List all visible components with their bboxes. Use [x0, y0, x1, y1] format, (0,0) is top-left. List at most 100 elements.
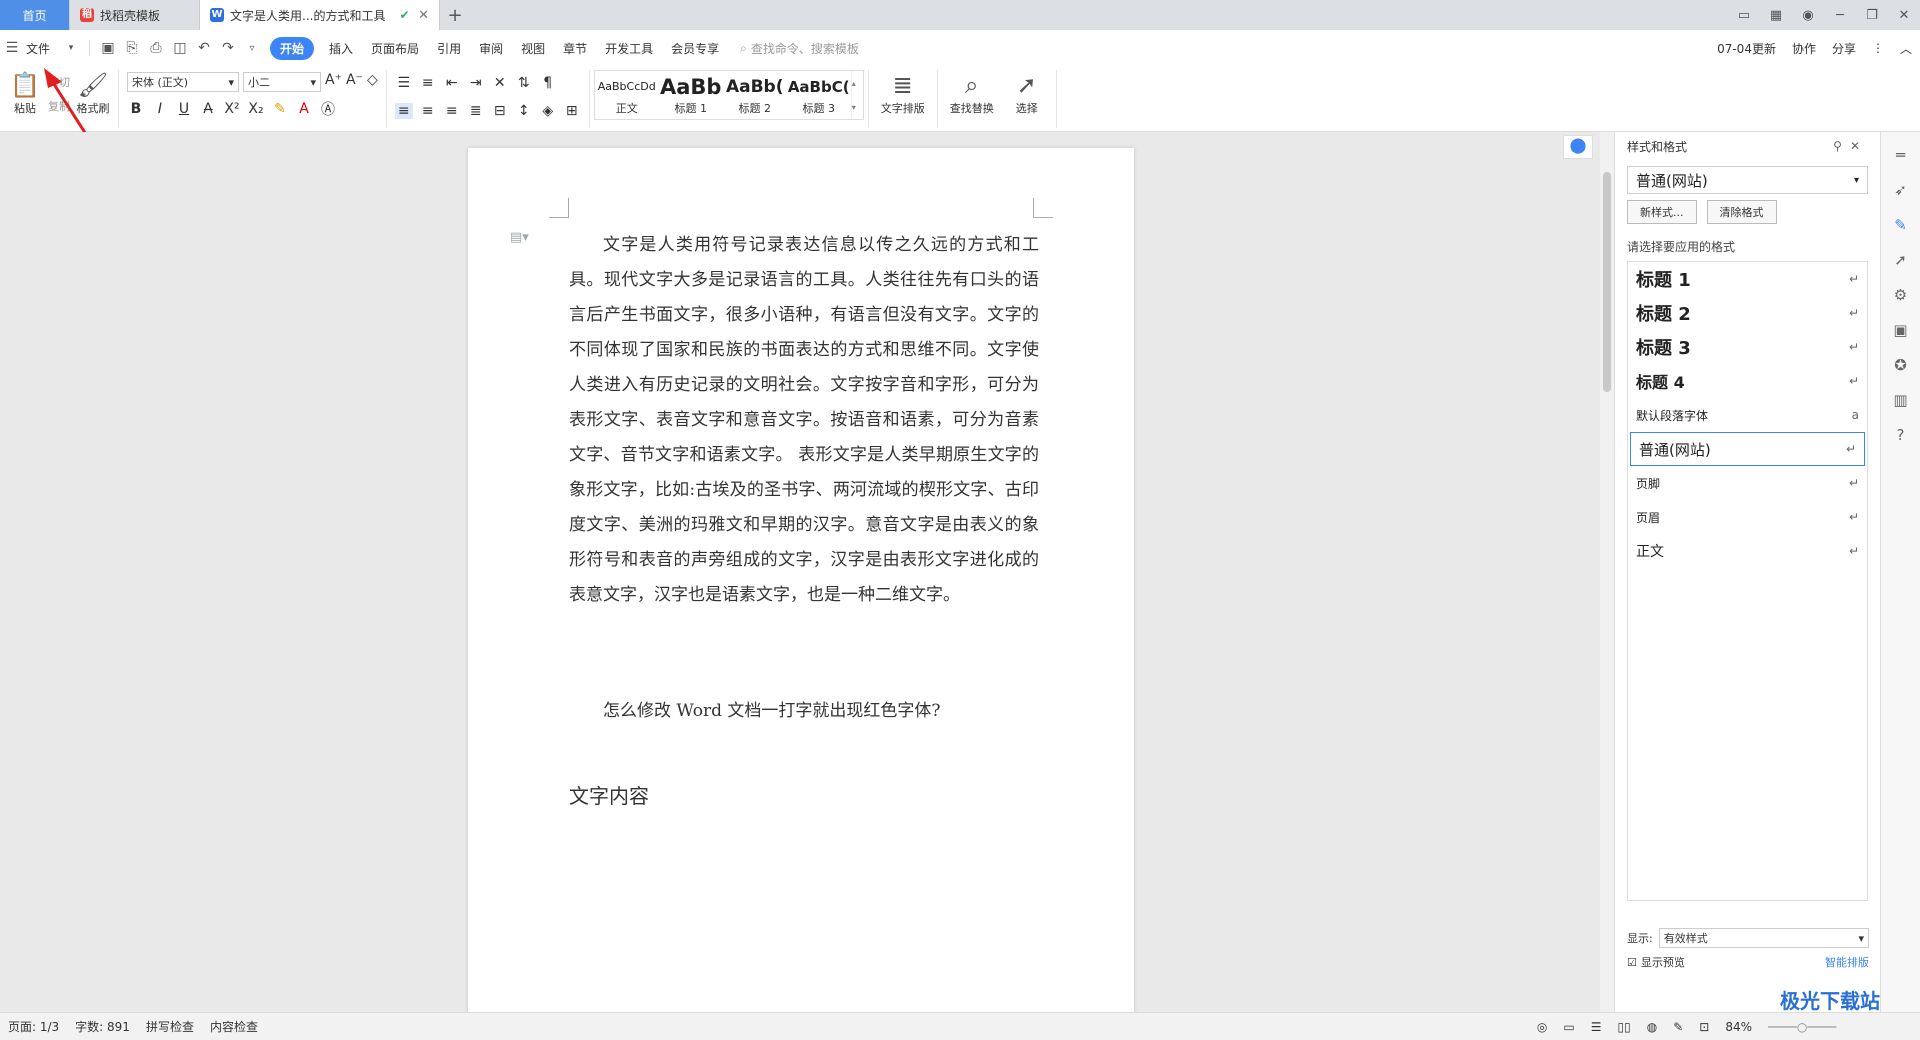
highlight-icon[interactable]: ✎: [271, 101, 289, 117]
font-family-select[interactable]: 宋体 (正文) ▾: [127, 72, 239, 92]
close-tab-icon[interactable]: ✕: [418, 8, 429, 23]
select-button[interactable]: ➚ 选择: [1002, 70, 1052, 116]
sliders-icon[interactable]: ⚙: [1894, 286, 1907, 304]
list-item[interactable]: 标题 3 ↵: [1628, 330, 1867, 364]
document-heading[interactable]: 文字内容: [569, 780, 649, 809]
superscript-icon[interactable]: X²: [223, 101, 241, 117]
tab-page-layout[interactable]: 页面布局: [362, 40, 428, 57]
font-size-select[interactable]: 小二 ▾: [243, 72, 321, 92]
page-view-icon[interactable]: ▭: [1555, 1020, 1582, 1034]
preview-icon[interactable]: ◫: [168, 40, 192, 56]
tab-start[interactable]: 开始: [270, 36, 315, 60]
save-icon[interactable]: ▣: [96, 40, 120, 56]
restore-icon[interactable]: ❐: [1856, 8, 1888, 23]
tab-insert[interactable]: 插入: [320, 40, 362, 57]
indent-icon[interactable]: ⇥: [467, 75, 485, 91]
content-check[interactable]: 内容检查: [202, 1018, 266, 1035]
bullets-icon[interactable]: ☰: [395, 75, 413, 91]
line-spacing-icon[interactable]: ↕: [515, 103, 533, 119]
shading-icon[interactable]: ◈: [539, 103, 557, 119]
sort-icon[interactable]: ⇅: [515, 75, 533, 91]
share-button[interactable]: 分享: [1824, 40, 1864, 57]
list-item[interactable]: 标题 4 ↵: [1628, 364, 1867, 398]
gallery-scroll[interactable]: ▴ ▾: [850, 71, 863, 119]
borders-icon[interactable]: ⊞: [563, 103, 581, 119]
layout-icon[interactable]: ▭: [1728, 8, 1760, 23]
paste-button[interactable]: 📋 粘贴: [4, 70, 46, 116]
style-heading-1[interactable]: AaBb 标题 1: [659, 71, 723, 119]
rocket-icon[interactable]: ➶: [1894, 181, 1907, 199]
new-tab-button[interactable]: +: [440, 0, 470, 30]
font-color-icon[interactable]: A: [295, 101, 313, 117]
collab-button[interactable]: 协作: [1784, 40, 1824, 57]
align-left-icon[interactable]: ≡: [394, 103, 413, 119]
list-item[interactable]: 页脚 ↵: [1628, 466, 1867, 500]
minimize-icon[interactable]: ─: [1824, 8, 1856, 23]
subscript-icon[interactable]: X₂: [247, 101, 265, 117]
bold-icon[interactable]: B: [127, 101, 145, 117]
justify-icon[interactable]: ≣: [467, 103, 485, 119]
current-style-select[interactable]: 普通(网站) ▾: [1627, 166, 1868, 194]
web-view-icon[interactable]: ◍: [1639, 1020, 1665, 1034]
show-select[interactable]: 有效样式 ▾: [1658, 928, 1869, 948]
tab-section[interactable]: 章节: [554, 40, 596, 57]
list-item[interactable]: 正文 ↵: [1628, 534, 1867, 568]
outline-view-icon[interactable]: ☰: [1583, 1020, 1610, 1034]
file-menu[interactable]: 文件: [24, 40, 59, 57]
list-item[interactable]: 页眉 ↵: [1628, 500, 1867, 534]
new-style-button[interactable]: 新样式...: [1627, 200, 1697, 224]
book-icon[interactable]: ▥: [1893, 391, 1907, 409]
tab-home[interactable]: 首页: [0, 0, 70, 30]
char-border-icon[interactable]: Ⓐ: [319, 99, 337, 119]
style-normal[interactable]: AaBbCcDd 正文: [595, 71, 659, 119]
undo-icon[interactable]: ↶: [192, 40, 216, 56]
export-icon[interactable]: ⎘: [120, 40, 144, 56]
cursor-icon[interactable]: ➚: [1894, 251, 1907, 269]
tab-developer[interactable]: 开发工具: [596, 40, 662, 57]
document-question[interactable]: 怎么修改 Word 文档一打字就出现红色字体?: [569, 696, 1039, 721]
clear-format-button[interactable]: 清除格式: [1706, 200, 1777, 224]
customize-icon[interactable]: ▿: [240, 43, 264, 54]
format-painter-button[interactable]: 🖌 格式刷: [72, 70, 114, 116]
word-count[interactable]: 字数: 891: [67, 1018, 138, 1035]
clear-format-icon[interactable]: ◇: [367, 72, 378, 92]
tab-member[interactable]: 会员专享: [662, 40, 728, 57]
read-view-icon[interactable]: ▯▯: [1610, 1020, 1639, 1034]
panel-title[interactable]: 样式和格式: [1627, 138, 1687, 155]
chevron-down-icon[interactable]: ▾: [59, 43, 83, 53]
page-count[interactable]: 页面: 1/3: [0, 1018, 67, 1035]
list-item[interactable]: 标题 1 ↵: [1628, 262, 1867, 296]
italic-icon[interactable]: I: [151, 101, 169, 117]
search-icon[interactable]: ⌕: [740, 41, 747, 56]
fit-icon[interactable]: ⊡: [1691, 1020, 1717, 1034]
preview-checkbox[interactable]: ☑: [1627, 956, 1637, 969]
outdent-icon[interactable]: ⇤: [443, 75, 461, 91]
chevron-down-icon[interactable]: ▾: [852, 103, 863, 112]
chevron-up-icon[interactable]: ▴: [852, 79, 863, 88]
tab-template[interactable]: 稻找稻壳模板: [70, 0, 200, 30]
underline-icon[interactable]: U: [175, 101, 193, 117]
document-paragraph[interactable]: 文字是人类用符号记录表达信息以传之久远的方式和工具。现代文字大多是记录语言的工具…: [569, 228, 1039, 613]
grid-icon[interactable]: ▦: [1760, 8, 1792, 23]
zoom-slider[interactable]: ────○────: [1760, 1020, 1920, 1034]
print-icon[interactable]: ⎙: [144, 40, 168, 56]
smart-layout-link[interactable]: 智能排版: [1825, 954, 1869, 970]
update-status[interactable]: 07-04更新: [1709, 40, 1784, 57]
spell-check[interactable]: 拼写检查: [138, 1018, 202, 1035]
list-item-selected[interactable]: 普通(网站) ↵: [1630, 432, 1865, 466]
copy-button[interactable]: 复制: [48, 98, 70, 114]
cut-button[interactable]: 剪切: [48, 74, 70, 90]
show-marks-icon[interactable]: ¶: [539, 75, 557, 91]
scroll-thumb[interactable]: [1603, 172, 1611, 392]
tab-document[interactable]: W 文字是人类用...的方式和工具 ✔ ✕: [200, 0, 440, 30]
zoom-level[interactable]: 84%: [1717, 1020, 1760, 1034]
write-view-icon[interactable]: ✎: [1665, 1020, 1691, 1034]
image-icon[interactable]: ▣: [1893, 321, 1907, 339]
paragraph-menu-icon[interactable]: ▤▾: [510, 230, 529, 245]
eye-icon[interactable]: ◎: [1529, 1020, 1555, 1034]
style-heading-2[interactable]: AaBb(标题 2: [723, 71, 787, 119]
compass-icon[interactable]: ✪: [1894, 356, 1907, 374]
collapse-ribbon-icon[interactable]: ︿: [1892, 40, 1920, 57]
close-window-icon[interactable]: ✕: [1888, 8, 1920, 23]
redo-icon[interactable]: ↷: [216, 40, 240, 56]
